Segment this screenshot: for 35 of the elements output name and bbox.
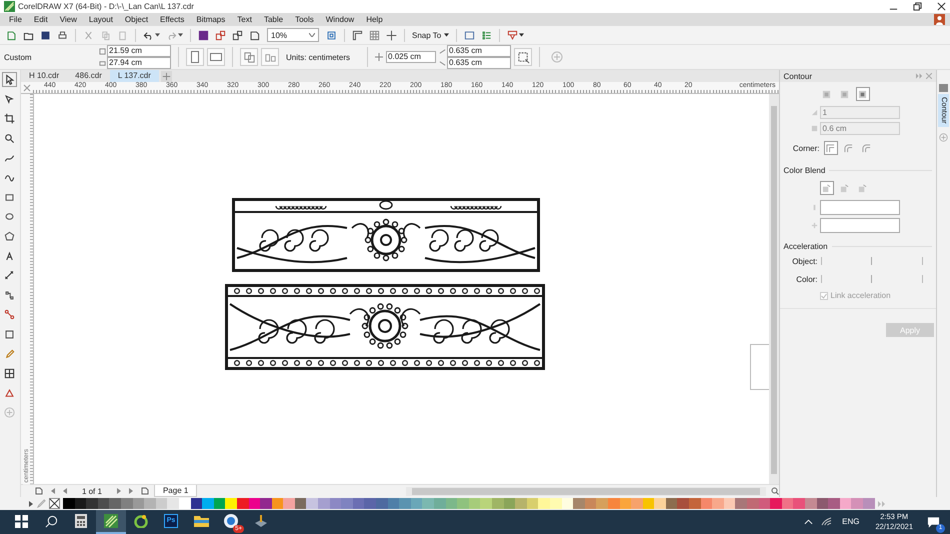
menu-item[interactable]: Bitmaps [190, 15, 232, 24]
document-tab[interactable]: H 10.cdr [20, 70, 68, 82]
units-label[interactable]: Units: centimeters [282, 52, 360, 62]
section-title: Color Blend [784, 166, 826, 176]
menu-item[interactable]: File [3, 15, 28, 24]
menu-item[interactable]: Object [118, 15, 154, 24]
menu-item[interactable]: Help [360, 15, 389, 24]
window-title: CorelDRAW X7 (64-Bit) - D:\-\_Lan Can\L 137.cdr [18, 2, 194, 11]
nudge-distance-field[interactable]: 0.025 cm [386, 51, 436, 64]
menu-item[interactable]: Tools [289, 15, 320, 24]
document-tab[interactable]: 486.cdr [67, 70, 110, 82]
duplicate-y-field[interactable]: 0.635 cm [447, 57, 512, 70]
menu-item[interactable]: Edit [28, 15, 54, 24]
menu-item[interactable]: View [54, 15, 83, 24]
docker-title: Contour [784, 72, 812, 81]
menu-item[interactable]: Effects [154, 15, 190, 24]
menu-item[interactable]: Layout [82, 15, 119, 24]
page-counter: 1 of 1 [80, 486, 103, 496]
snap-to-button[interactable]: Snap To [409, 30, 452, 40]
page-preset-combo[interactable]: Custom [3, 52, 96, 62]
menu-item[interactable]: Table [258, 15, 290, 24]
page-tab[interactable]: Page 1 [154, 485, 198, 498]
corner-label: Corner: [792, 144, 820, 153]
page-width-field[interactable]: 21.59 cm [107, 45, 171, 58]
zoom-combo[interactable]: 10% [267, 28, 319, 42]
link-acceleration-label: Link acceleration [830, 291, 891, 300]
object-acceleration-label: Object: [791, 256, 819, 266]
menu-item[interactable]: Text [231, 15, 258, 24]
color-acceleration-label: Color: [795, 274, 819, 284]
duplicate-x-field[interactable]: 0.635 cm [447, 45, 512, 58]
menu-item[interactable]: Window [320, 15, 360, 24]
document-tab[interactable]: L 137.cdr [110, 70, 159, 82]
language-indicator[interactable]: ENG [836, 517, 866, 526]
page-height-field[interactable]: 27.94 cm [107, 57, 171, 70]
section-title: Acceleration [784, 242, 828, 252]
